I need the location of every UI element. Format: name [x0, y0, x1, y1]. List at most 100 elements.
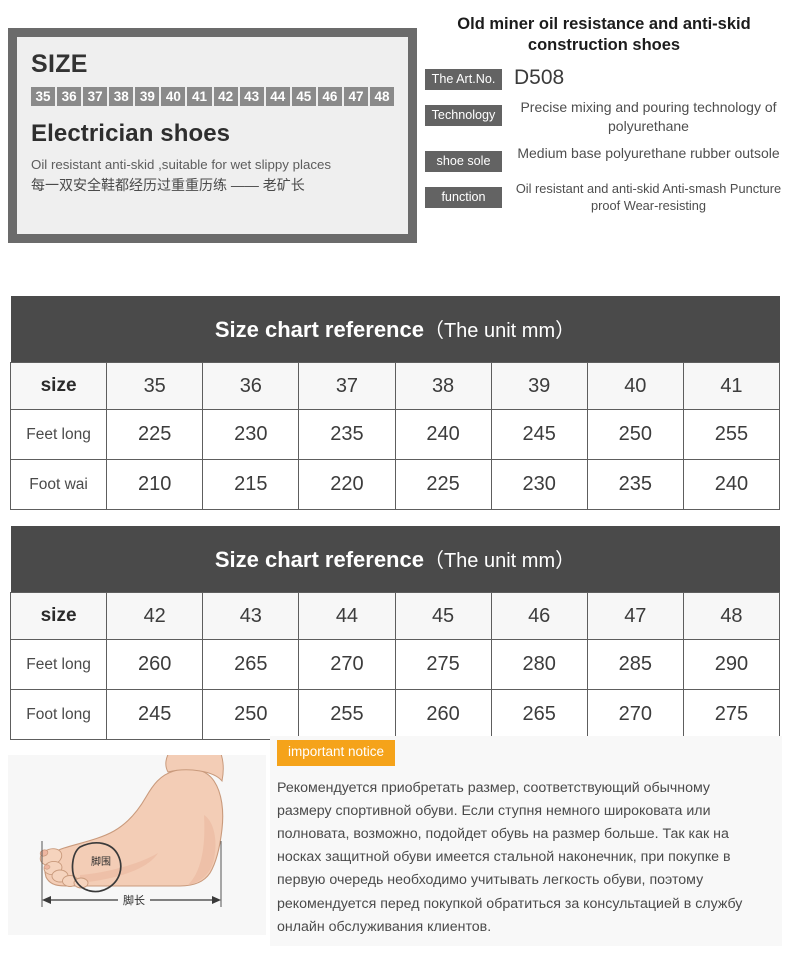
- table-1-cell: 250: [586, 409, 684, 460]
- table-1-cell: 235: [298, 409, 396, 460]
- table-2-row-label: Feet long: [9, 639, 108, 690]
- table-1-size-cell: 40: [586, 362, 684, 410]
- table-1-row-label: Feet long: [9, 409, 108, 460]
- size-summary-box: SIZE 35 36 37 38 39 40 41 42 43 44 45 46…: [8, 28, 417, 243]
- size-badge[interactable]: 35: [31, 86, 56, 106]
- spec-row-shoe-sole: shoe sole Medium base polyurethane rubbe…: [425, 144, 783, 172]
- notice-section: 脚围 脚长 important notice Рекомендуется при…: [0, 736, 790, 953]
- table-2-size-cell: 46: [490, 592, 588, 640]
- spec-panel-title: Old miner oil resistance and anti-skid c…: [457, 15, 751, 55]
- table-2-header-label: size: [9, 592, 108, 640]
- table-1-cell: 245: [490, 409, 588, 460]
- important-notice-badge: important notice: [277, 740, 396, 766]
- table-1-size-cell: 39: [490, 362, 588, 410]
- table-2-cell: 250: [202, 689, 300, 740]
- product-tagline-cn: 每一双安全鞋都经历过重重历练 —— 老矿长: [31, 177, 305, 194]
- table-2-size-cell: 42: [106, 592, 204, 640]
- size-badge[interactable]: 37: [83, 86, 108, 106]
- product-name: Electrician shoes: [31, 119, 231, 147]
- table-row: Feet long 260 265 270 275 280 285 290: [9, 639, 781, 690]
- table-1-cell: 220: [298, 459, 396, 510]
- size-badge[interactable]: 44: [265, 86, 290, 106]
- foot-length-label: 脚长: [123, 893, 145, 907]
- table-2-size-cell: 44: [298, 592, 396, 640]
- table-1-cell: 255: [682, 409, 781, 460]
- spec-value-shoe-sole: Medium base polyurethane rubber outsole: [517, 144, 780, 161]
- spec-label-shoe-sole: shoe sole: [425, 150, 502, 172]
- table-2-title-unit: （The unit mm）: [423, 550, 576, 572]
- table-2-cell: 265: [202, 639, 300, 690]
- table-2-cell: 280: [490, 639, 588, 690]
- table-1-row-label: Foot wai: [9, 459, 108, 510]
- size-badge[interactable]: 45: [291, 86, 316, 106]
- size-badge[interactable]: 43: [239, 86, 264, 106]
- table-2-size-cell: 47: [586, 592, 684, 640]
- spec-label-function: function: [425, 186, 502, 209]
- table-1-cell: 230: [202, 409, 300, 460]
- spec-row-technology: Technology Precise mixing and pouring te…: [425, 98, 783, 136]
- table-2-cell: 260: [106, 639, 204, 690]
- size-badge[interactable]: 40: [161, 86, 186, 106]
- spec-value-technology: Precise mixing and pouring technology of…: [520, 99, 777, 135]
- table-row: Feet long 225 230 235 240 245 250 255: [9, 409, 781, 460]
- notice-body-text: Рекомендуется приобретать размер, соотве…: [277, 779, 743, 935]
- table-1-cell: 225: [394, 459, 492, 510]
- spec-row-function: function Oil resistant and anti-skid Ant…: [425, 180, 783, 214]
- table-2-cell: 275: [394, 639, 492, 690]
- table-2-title: Size chart reference（The unit mm）: [10, 526, 780, 593]
- table-row: Foot wai 210 215 220 225 230 235 240: [9, 459, 781, 510]
- size-badge[interactable]: 48: [370, 86, 395, 106]
- product-tagline-en: Oil resistant anti-skid ,suitable for we…: [31, 156, 332, 172]
- table-2-cell: 285: [586, 639, 684, 690]
- table-2-cell: 270: [298, 639, 396, 690]
- table-1-cell: 240: [682, 459, 781, 510]
- size-badge[interactable]: 41: [187, 86, 212, 106]
- size-badge[interactable]: 39: [135, 86, 160, 106]
- spec-value-function: Oil resistant and anti-skid Anti-smash P…: [515, 180, 782, 214]
- foot-measurement-diagram: 脚围 脚长: [8, 755, 266, 935]
- table-2-cell: 275: [682, 689, 781, 740]
- table-2-cell: 245: [106, 689, 204, 740]
- table-1-size-cell: 37: [298, 362, 396, 410]
- table-2-cell: 265: [490, 689, 588, 740]
- table-1-size-cell: 36: [202, 362, 300, 410]
- table-1-size-cell: 41: [682, 362, 781, 410]
- size-chart-table-1: Size chart reference（The unit mm） size 3…: [9, 296, 781, 510]
- table-2-cell: 290: [682, 639, 781, 690]
- table-1-size-cell: 35: [106, 362, 204, 410]
- spec-value-art-no: D508: [514, 66, 565, 90]
- table-1-size-cell: 38: [394, 362, 492, 410]
- notice-panel: important notice Рекомендуется приобрета…: [270, 736, 782, 946]
- size-badge[interactable]: 36: [57, 86, 82, 106]
- table-1-cell: 235: [586, 459, 684, 510]
- table-1-cell: 215: [202, 459, 300, 510]
- size-badge[interactable]: 46: [317, 86, 342, 106]
- spec-panel: Old miner oil resistance and anti-skid c…: [425, 14, 783, 222]
- spec-label-art-no: The Art.No.: [425, 69, 502, 91]
- size-badge[interactable]: 42: [213, 86, 238, 106]
- product-header-section: SIZE 35 36 37 38 39 40 41 42 43 44 45 46…: [0, 0, 790, 262]
- table-2-cell: 270: [586, 689, 684, 740]
- size-badge[interactable]: 47: [343, 86, 369, 106]
- table-2-size-cell: 48: [682, 592, 781, 640]
- table-1-cell: 210: [106, 459, 204, 510]
- table-1-title: Size chart reference（The unit mm）: [10, 296, 780, 363]
- table-1-cell: 225: [106, 409, 204, 460]
- size-heading: SIZE: [31, 50, 88, 78]
- table-1-cell: 240: [394, 409, 492, 460]
- table-row: size 35 36 37 38 39 40 41: [9, 362, 781, 410]
- table-2-size-cell: 45: [394, 592, 492, 640]
- table-2-title-main: Size chart reference: [214, 547, 424, 572]
- spec-row-art-no: The Art.No. D508: [425, 66, 783, 91]
- table-1-header-label: size: [9, 362, 108, 410]
- table-2-row-label: Foot long: [9, 689, 108, 740]
- table-row: size 42 43 44 45 46 47 48: [9, 592, 781, 640]
- table-1-cell: 230: [490, 459, 588, 510]
- size-chart-table-2: Size chart reference（The unit mm） size 4…: [9, 526, 781, 740]
- size-badge[interactable]: 38: [109, 86, 134, 106]
- table-2-size-cell: 43: [202, 592, 300, 640]
- table-row: Foot long 245 250 255 260 265 270 275: [9, 689, 781, 740]
- size-badge-list: 35 36 37 38 39 40 41 42 43 44 45 46 47 4…: [31, 86, 395, 106]
- table-2-cell: 255: [298, 689, 396, 740]
- table-1-title-unit: （The unit mm）: [423, 320, 576, 342]
